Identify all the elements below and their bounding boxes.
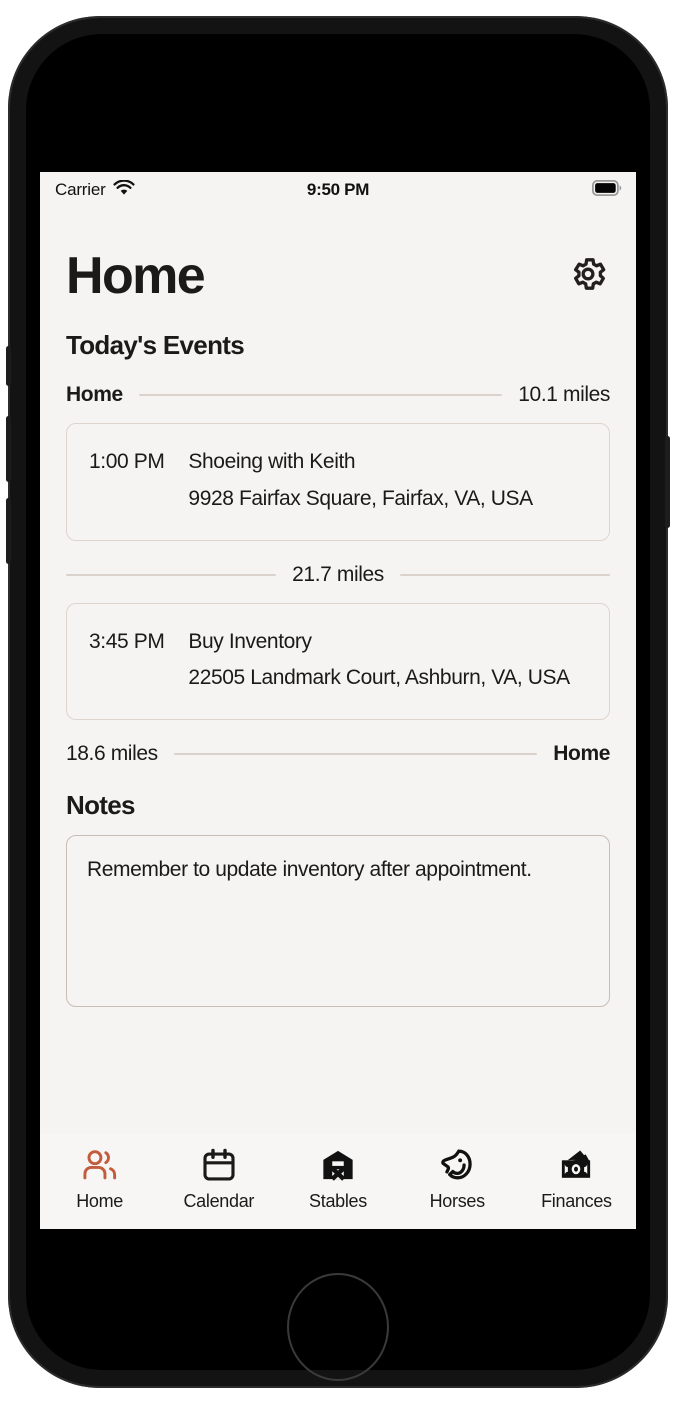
separator-rule [66,573,277,576]
distance-end-label: Home [553,742,610,765]
calendar-icon [202,1145,236,1185]
tab-label: Stables [309,1191,367,1211]
distance-end-value: 18.6 miles [66,742,158,765]
status-bar: Carrier 9:50 PM [40,172,636,208]
separator-rule [173,753,538,755]
app-screen: Carrier 9:50 PM Home Today's Events Home… [40,172,636,1229]
distance-middle-value: 21.7 miles [292,562,384,586]
tab-home[interactable]: Home [40,1145,159,1212]
home-button[interactable] [287,1273,389,1381]
power-button[interactable] [665,436,670,528]
gear-icon [568,254,608,299]
status-time: 9:50 PM [306,180,370,199]
tab-horses[interactable]: Horses [398,1145,517,1212]
tab-label: Calendar [183,1191,255,1211]
barn-icon [321,1145,355,1185]
distance-separator-start: Home 10.1 miles [40,383,636,407]
distance-start-label: Home [66,383,123,406]
horse-icon [440,1145,474,1185]
separator-rule [138,394,503,396]
event-address: 22505 Landmark Court, Ashburn, VA, USA [188,666,570,690]
page-title: Home [66,247,206,305]
event-title: Buy Inventory [188,629,312,653]
section-heading-events: Today's Events [66,330,245,360]
event-time: 1:00 PM [89,450,165,473]
settings-button[interactable] [566,254,610,298]
tab-label: Finances [541,1191,612,1211]
notes-input[interactable] [66,835,610,1007]
app-header: Home [40,208,636,302]
tab-label: Horses [429,1191,486,1211]
event-title: Shoeing with Keith [188,450,356,473]
money-icon [559,1145,593,1185]
distance-separator-middle: 21.7 miles [40,563,636,587]
event-details: Buy Inventory 22505 Landmark Court, Ashb… [188,624,587,698]
section-heading-notes: Notes [66,790,135,820]
tab-bar: Home Calendar Stables Horses Finances [40,1133,636,1229]
distance-separator-end: 18.6 miles Home [40,742,636,766]
volume-up-button[interactable] [6,416,11,482]
mute-switch[interactable] [6,346,11,386]
separator-rule [399,573,610,576]
tab-finances[interactable]: Finances [517,1145,636,1212]
event-card[interactable]: 3:45 PM Buy Inventory 22505 Landmark Cou… [66,602,610,720]
tab-label: Home [76,1191,124,1211]
event-address: 9928 Fairfax Square, Fairfax, VA, USA [188,486,533,510]
volume-down-button[interactable] [6,498,11,564]
tab-stables[interactable]: Stables [278,1145,397,1212]
event-card[interactable]: 1:00 PM Shoeing with Keith 9928 Fairfax … [66,423,610,541]
event-time: 3:45 PM [89,629,165,653]
event-details: Shoeing with Keith 9928 Fairfax Square, … [188,444,587,518]
distance-start-value: 10.1 miles [518,383,610,406]
people-icon [82,1145,118,1185]
tab-calendar[interactable]: Calendar [159,1145,278,1212]
